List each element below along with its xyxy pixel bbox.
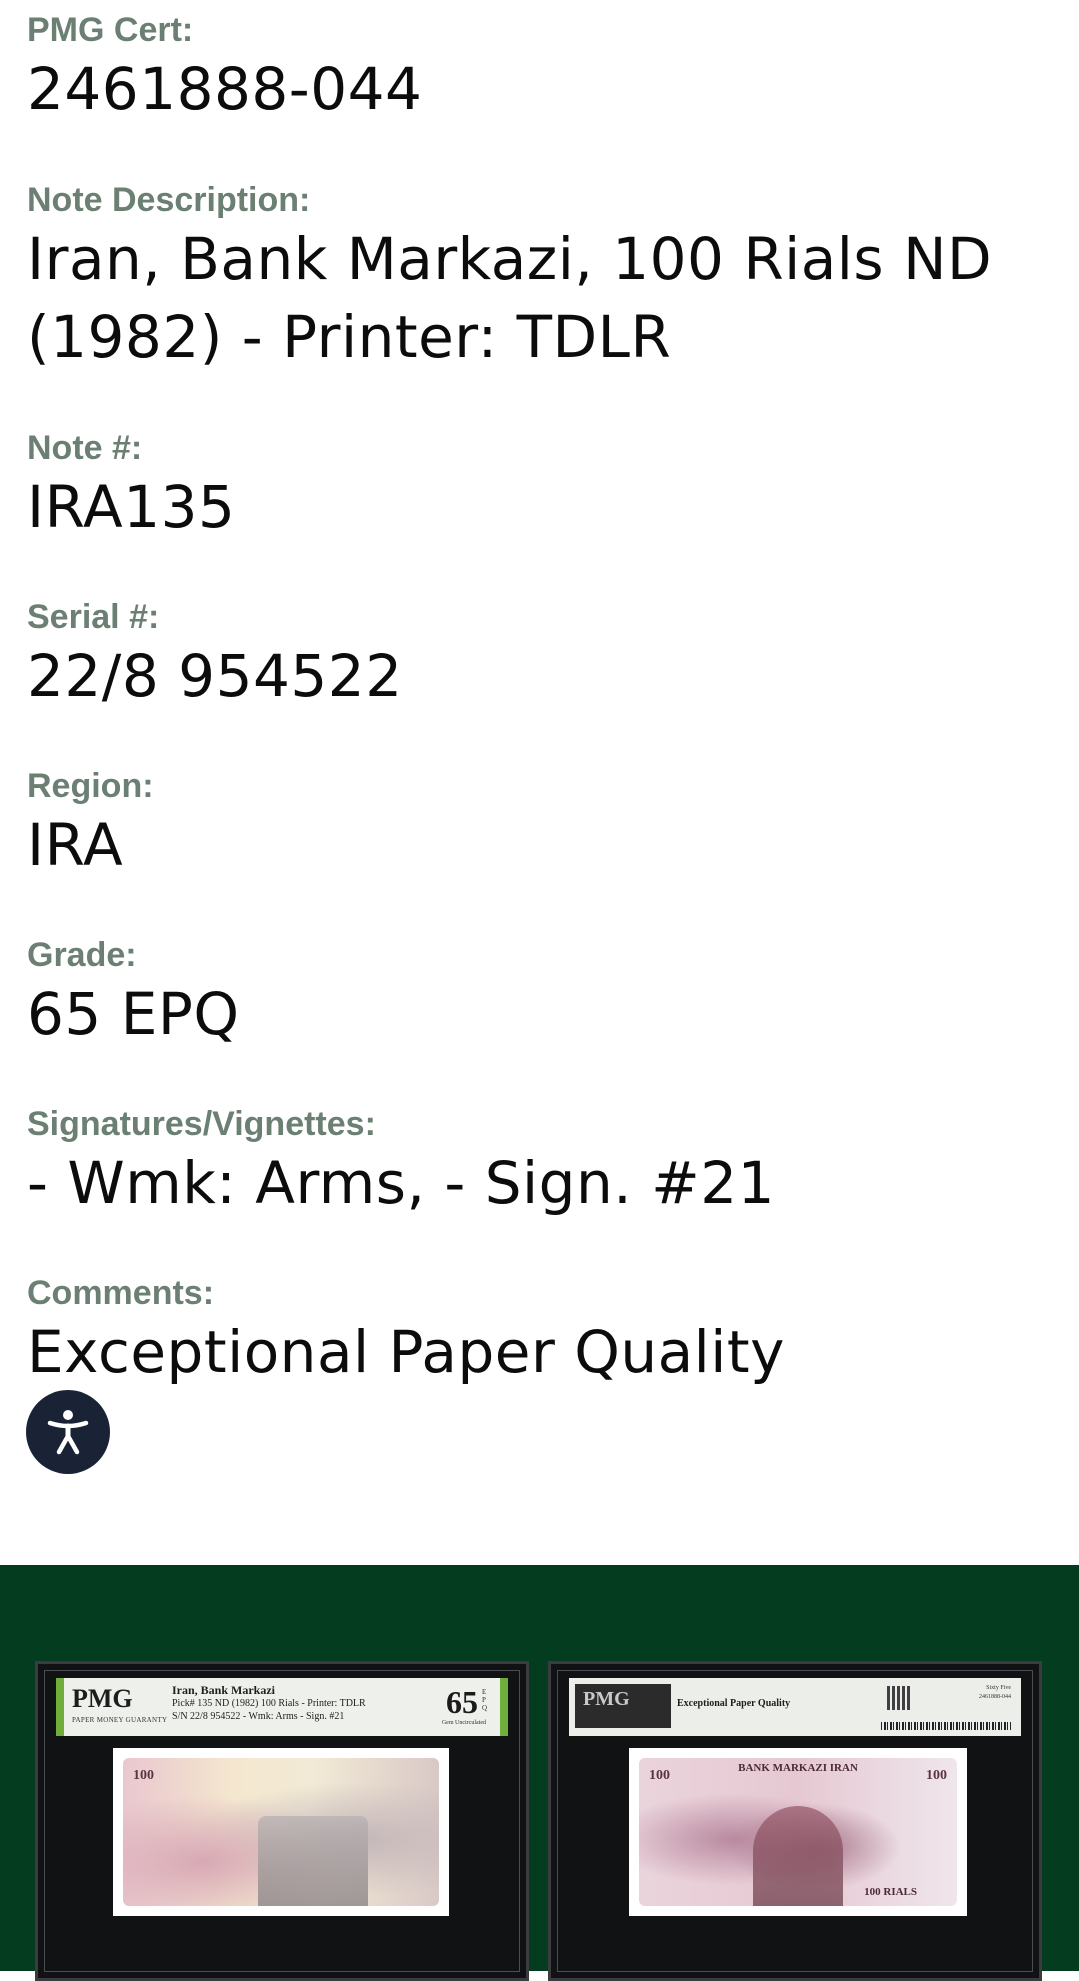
banknote-back: BANK MARKAZI IRAN 100 100 100 RIALS	[629, 1748, 967, 1916]
rials-text: 100 RIALS	[864, 1886, 917, 1898]
field-value-line: Iran, Bank Markazi, 100 Rials ND	[27, 225, 993, 293]
field-value: IRA135	[27, 473, 236, 541]
banknote-front-face: 100	[123, 1758, 439, 1906]
pmg-hologram-logo: PMG	[575, 1684, 671, 1728]
field-value: Exceptional Paper Quality	[27, 1318, 785, 1386]
field-value: IRA	[27, 811, 124, 879]
field-value-line: (1982) - Printer: TDLR	[27, 303, 672, 371]
field-region: Region: IRA	[27, 766, 1057, 884]
grade-number: 65	[446, 1684, 478, 1720]
field-serial-number: Serial #: 22/8 954522	[27, 597, 1057, 715]
front-note-image[interactable]: PMG PAPER MONEY GUARANTY Iran, Bank Mark…	[35, 1661, 529, 1981]
qr-code-icon	[887, 1686, 911, 1710]
grade-suffix: EPQ	[482, 1688, 488, 1712]
field-label: Grade:	[27, 936, 137, 974]
field-label: PMG Cert:	[27, 11, 194, 49]
denomination: 100	[133, 1768, 154, 1783]
field-value: 65 EPQ	[27, 980, 240, 1048]
field-label: Note Description:	[27, 181, 311, 219]
label-line: S/N 22/8 954522 - Wmk: Arms - Sign. #21	[172, 1711, 345, 1722]
pmg-logo: PMG	[72, 1684, 133, 1713]
cert-number: 2461888-044	[979, 1694, 1011, 1700]
field-value: - Wmk: Arms, - Sign. #21	[27, 1149, 776, 1217]
front-label: PMG PAPER MONEY GUARANTY Iran, Bank Mark…	[56, 1678, 508, 1736]
field-value: 2461888-044	[27, 55, 423, 123]
denomination: 100	[926, 1768, 947, 1783]
accessibility-button[interactable]	[26, 1390, 110, 1474]
banknote-back-face: BANK MARKAZI IRAN 100 100 100 RIALS	[639, 1758, 957, 1906]
label-back-details: Sixty Five 2461888-044	[979, 1684, 1011, 1702]
barcode-icon	[881, 1722, 1011, 1730]
field-note-description: Note Description: Iran, Bank Markazi, 10…	[27, 180, 1057, 376]
grade-words: Sixty Five	[986, 1685, 1011, 1691]
field-label: Note #:	[27, 429, 143, 467]
pmg-guaranty-text: PAPER MONEY GUARANTY	[72, 1716, 168, 1724]
field-label: Region:	[27, 767, 154, 805]
banknote-front: 100	[113, 1748, 449, 1916]
accessibility-icon	[47, 1410, 89, 1455]
label-text: Iran, Bank Markazi Pick# 135 ND (1982) 1…	[172, 1684, 366, 1723]
field-label: Comments:	[27, 1274, 215, 1312]
note-images-section: PMG PAPER MONEY GUARANTY Iran, Bank Mark…	[0, 1565, 1079, 1981]
field-grade: Grade: 65 EPQ	[27, 935, 1057, 1053]
epq-text: Exceptional Paper Quality	[677, 1698, 791, 1709]
field-label: Serial #:	[27, 598, 160, 636]
label-line: Iran, Bank Markazi	[172, 1683, 276, 1697]
field-comments: Comments: Exceptional Paper Quality	[27, 1273, 1057, 1391]
field-signatures-vignettes: Signatures/Vignettes: - Wmk: Arms, - Sig…	[27, 1104, 1057, 1222]
mosque-vignette	[753, 1806, 843, 1906]
field-label: Signatures/Vignettes:	[27, 1105, 376, 1143]
back-label: PMG Exceptional Paper Quality Sixty Five…	[569, 1678, 1021, 1736]
back-note-image[interactable]: PMG Exceptional Paper Quality Sixty Five…	[548, 1661, 1042, 1981]
grade-description: Gem Uncirculated	[441, 1720, 486, 1726]
field-value: 22/8 954522	[27, 642, 403, 710]
field-pmg-cert: PMG Cert: 2461888-044	[27, 10, 1057, 128]
denomination: 100	[649, 1768, 670, 1783]
bank-name: BANK MARKAZI IRAN	[738, 1762, 858, 1774]
label-line: Pick# 135 ND (1982) 100 Rials - Printer:…	[172, 1698, 366, 1709]
field-note-number: Note #: IRA135	[27, 428, 1057, 546]
mosque-vignette	[257, 1816, 368, 1906]
